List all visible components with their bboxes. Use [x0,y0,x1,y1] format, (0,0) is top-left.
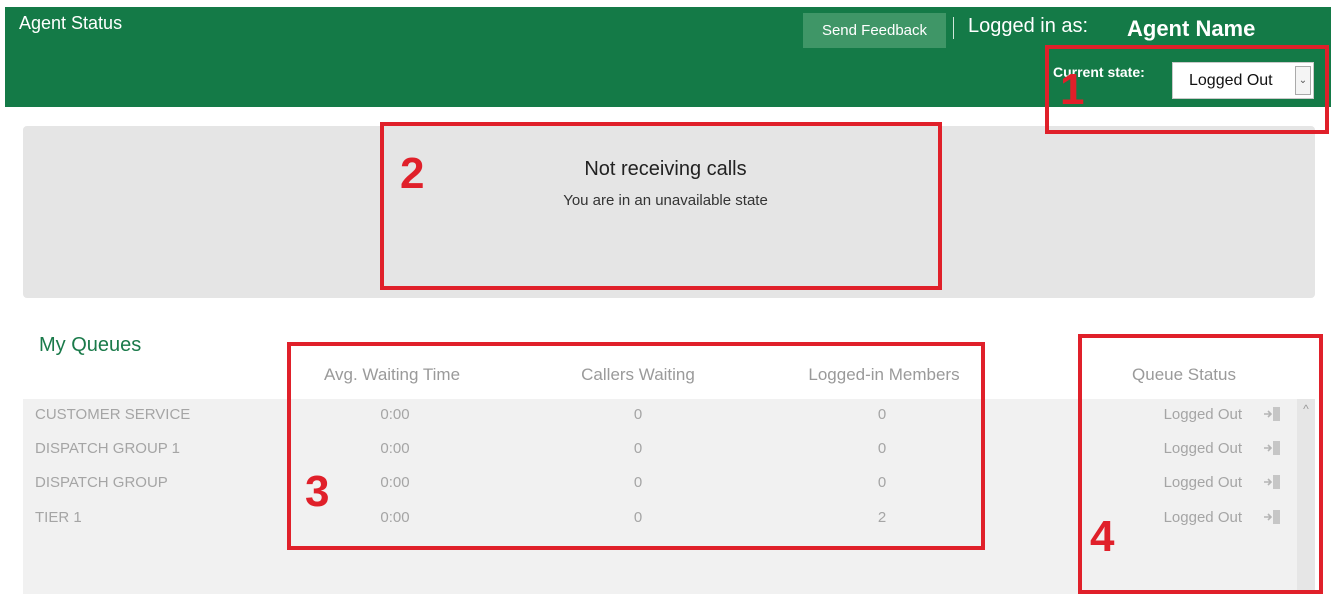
queue-name: TIER 1 [35,509,82,526]
annotation-box-4 [1078,334,1323,594]
annotation-number-1: 1 [1060,65,1085,114]
annotation-number-3: 3 [305,467,330,516]
app-title: Agent Status [19,13,123,33]
logged-in-label: Logged in as: [968,15,1089,37]
queue-name: DISPATCH GROUP [35,474,168,491]
my-queues-title: My Queues [39,334,142,356]
annotation-box-3 [287,342,985,550]
annotation-number-2: 2 [400,149,425,198]
header-divider [953,17,954,39]
annotation-box-1 [1045,45,1329,134]
queue-name: DISPATCH GROUP 1 [35,440,181,457]
agent-name: Agent Name [1127,16,1256,41]
queue-name: CUSTOMER SERVICE [35,406,191,423]
annotation-box-2 [380,122,942,290]
annotation-number-4: 4 [1090,512,1115,561]
agent-status-page: Agent Status Send Feedback Logged in as:… [0,0,1331,594]
send-feedback-button[interactable]: Send Feedback [803,13,946,48]
